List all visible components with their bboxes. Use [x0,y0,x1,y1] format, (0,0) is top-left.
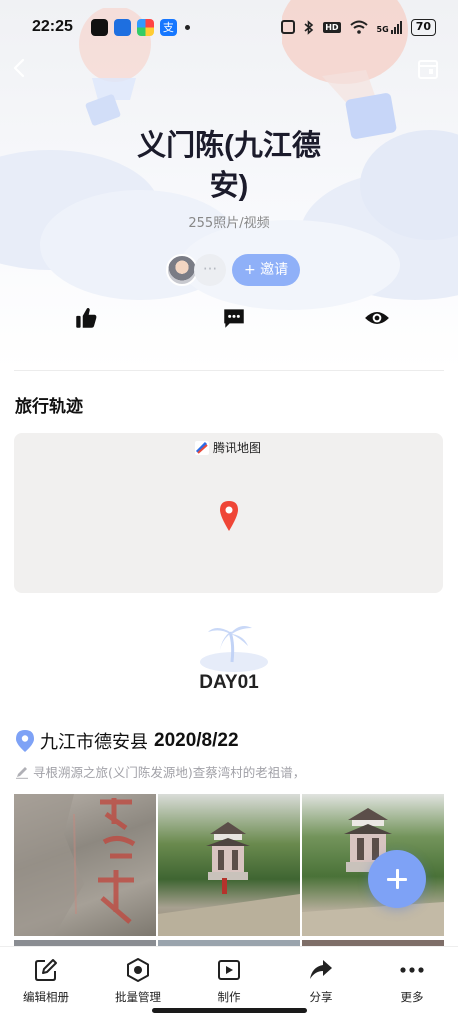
comment-icon[interactable] [221,305,247,331]
edit-icon [35,959,57,981]
hd-icon: HD [323,21,341,33]
location-marker-icon [16,730,34,752]
photo-thumbnail[interactable] [158,794,300,936]
day-note[interactable]: 寻根溯源之旅(义门陈发源地)查蔡湾村的老祖谱， [15,762,305,781]
section-divider [14,370,444,371]
day-label: DAY01 [199,672,259,693]
palm-island-icon [200,626,268,672]
more-icon [400,967,424,973]
make-video-icon [218,960,240,980]
like-icon[interactable] [73,305,99,331]
share-icon [310,960,332,979]
invite-button[interactable]: + 邀请 [232,254,301,286]
tab-batch-manage[interactable]: 批量管理 [92,957,184,1005]
view-icon[interactable] [364,305,390,331]
tiktok-app-icon [90,18,108,36]
signal-icon: 5G [376,20,402,34]
nfc-icon [281,20,296,34]
more-members-icon[interactable]: ··· [194,254,226,286]
tab-more-label: 更多 [400,990,424,1004]
map-brand: 腾讯地图 [195,439,261,456]
status-time: 22:25 [32,18,73,35]
tab-edit-album-label: 编辑相册 [23,990,69,1004]
day-location[interactable]: 九江市德安县 2020/8/22 [16,728,239,754]
tab-batch-manage-label: 批量管理 [115,990,161,1004]
photos-app-icon [136,18,154,36]
media-count: 255照片/视频 [188,216,270,231]
messaging-app-icon [113,18,131,36]
map-brand-label: 腾讯地图 [213,441,262,455]
notification-dot-icon [184,24,190,30]
battery-indicator: 70 [410,18,436,36]
note-text: 寻根溯源之旅(义门陈发源地)查蔡湾村的老祖谱， [33,765,306,780]
pen-icon [16,766,28,779]
status-bar: 22:25 支 HD 5G 70 [0,0,458,54]
tab-share-label: 分享 [309,990,333,1004]
tab-make[interactable]: 制作 [183,957,275,1005]
tencent-map-logo-icon [195,440,209,455]
album-actions [0,305,458,333]
album-members: ··· + 邀请 [166,254,301,286]
location-pin-icon[interactable] [220,501,238,531]
network-type: 5G [376,24,389,34]
location-name: 九江市德安县 [40,732,148,753]
album-title[interactable]: 义门陈(九江德安) [0,126,458,206]
tab-edit-album[interactable]: 编辑相册 [0,957,92,1005]
tab-more[interactable]: 更多 [366,957,458,1005]
batch-icon [127,958,149,982]
day-date: 2020/8/22 [154,730,239,751]
wifi-icon [349,20,368,34]
pavilion-photo [158,822,300,936]
photo-thumbnail[interactable] [14,794,156,936]
bluetooth-icon [304,19,314,35]
add-photo-button[interactable] [368,850,426,908]
alipay-app-icon: 支 [159,18,177,36]
back-arrow-icon[interactable] [8,56,32,80]
travel-track-title: 旅行轨迹 [15,397,83,417]
travel-map[interactable]: 腾讯地图 [14,433,443,593]
carved-rock-photo [14,794,136,936]
tab-share[interactable]: 分享 [275,957,367,1005]
home-indicator[interactable] [152,1008,307,1013]
album-calendar-icon[interactable] [416,57,440,81]
tab-make-label: 制作 [217,990,241,1004]
